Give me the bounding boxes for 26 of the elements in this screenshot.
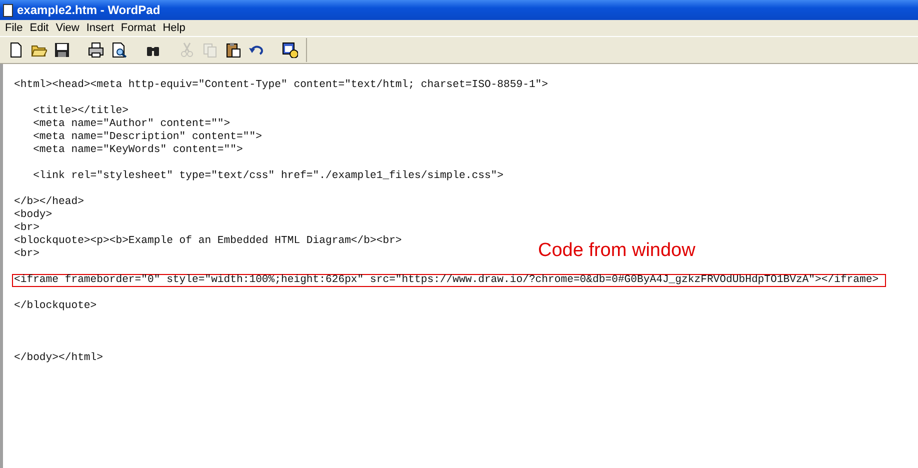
document-icon[interactable] — [8, 42, 24, 58]
code-line: <br> — [14, 248, 40, 261]
code-line: <title></title> — [32, 105, 128, 118]
code-line: <meta name="Description" content=""> — [32, 131, 262, 144]
menu-item[interactable]: View — [52, 22, 84, 34]
magnifier-page-icon[interactable] — [111, 42, 127, 58]
menu-item[interactable]: Help — [160, 22, 190, 34]
code-line: <br> — [14, 222, 40, 235]
code-line: </blockquote> — [14, 300, 97, 313]
code-line: <html><head><meta http-equiv="Content-Type" content="text/html; charset=ISO-8859-1"> — [14, 79, 548, 92]
menu-item[interactable]: Insert — [83, 22, 118, 34]
code-line: <blockquote><p><b>Example of an Embedded HTML Diagram</b><br> — [14, 235, 402, 248]
menu-item[interactable]: File — [2, 22, 27, 34]
code-line: <body> — [14, 209, 52, 222]
window-title: example2.htm - WordPad — [17, 3, 160, 17]
code-line: <link rel="stylesheet" type="text/css" href="./example1_files/simple.css"> — [32, 170, 504, 183]
code-line: </body></html> — [14, 352, 104, 365]
code-line: <meta name="Author" content=""> — [32, 118, 230, 131]
menu-item[interactable]: Edit — [26, 22, 53, 34]
menu-item[interactable]: Format — [118, 22, 160, 34]
document-icon — [3, 4, 13, 16]
code-line: </b></head> — [14, 196, 84, 209]
clipboard-icon[interactable] — [225, 42, 241, 58]
code-line: <meta name="KeyWords" content=""> — [32, 144, 243, 157]
annotation-label: Code from window — [538, 240, 696, 262]
printer-icon[interactable] — [88, 42, 104, 58]
